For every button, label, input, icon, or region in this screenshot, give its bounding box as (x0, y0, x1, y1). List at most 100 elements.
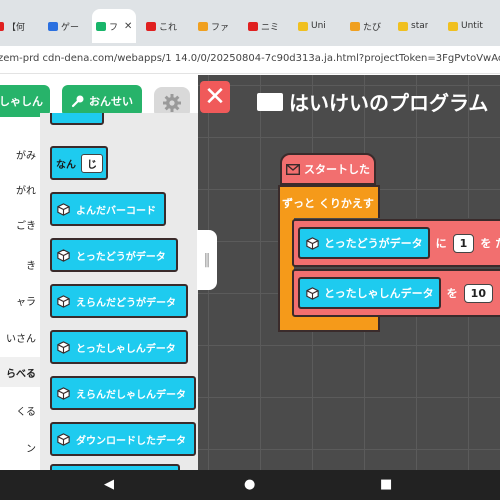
tab-title: フ (109, 22, 119, 33)
category-label: ごき (16, 220, 36, 232)
palette-block-photo-taken[interactable]: とったしゃしんデータ (50, 330, 188, 364)
database-icon (306, 236, 319, 250)
palette-block-partial[interactable] (50, 113, 104, 125)
site-favicon-icon (448, 21, 458, 31)
tab-title: Uni (311, 21, 326, 31)
tab-title: ニミ (261, 22, 280, 33)
envelope-icon (286, 163, 300, 175)
tab-title: たび (363, 22, 382, 33)
button-label: おんせい (89, 95, 133, 108)
category-item[interactable]: くる (0, 395, 40, 425)
button-label: しゃしん (0, 95, 43, 108)
browser-tab[interactable]: ゲー (48, 13, 79, 39)
browser-tab[interactable]: star (398, 13, 428, 39)
site-favicon-icon (398, 21, 408, 31)
palette-block-photo-chosen[interactable]: えらんだしゃしんデータ (50, 376, 196, 410)
program-type-icon (257, 92, 283, 111)
category-item[interactable]: ャラ (0, 285, 40, 315)
set-data-block[interactable]: とったしゃしんデータ を 10 に (292, 269, 500, 317)
database-icon (57, 432, 70, 446)
tab-title: 【何 (7, 22, 26, 33)
address-bar[interactable]: zem-prd cdn-dena.com/webapps/1 14.0/0/20… (0, 46, 500, 74)
drag-handle-icon: ‖ (203, 252, 211, 268)
home-button[interactable]: ● (244, 477, 255, 492)
category-label: いさん (6, 333, 36, 345)
number-input[interactable]: 10 (463, 283, 493, 303)
palette-block-nan[interactable]: なん じ (50, 146, 108, 180)
browser-tab[interactable]: Uni (298, 13, 326, 39)
site-favicon-icon (298, 21, 308, 31)
block-label: とったしゃしんデータ (324, 287, 434, 300)
close-workspace-button[interactable]: ✕ (200, 81, 230, 113)
youtube-favicon-icon (248, 21, 258, 31)
back-button[interactable]: ◀ (104, 477, 114, 492)
category-label: き (26, 260, 36, 272)
palette-block-video-taken[interactable]: とったどうがデータ (50, 238, 178, 272)
database-icon (57, 294, 70, 308)
close-tab-icon[interactable]: ✕ (124, 21, 132, 32)
block-label: ダウンロードしたデータ (76, 435, 186, 447)
browser-tab[interactable]: ニミ (248, 13, 279, 39)
browser-tab[interactable]: Untit (448, 13, 483, 39)
browser-tab-strip: 【何 ゲー フ ✕ これ ファ ニミ Uni たび star Untit (0, 0, 500, 46)
database-icon (57, 340, 70, 354)
category-item-active[interactable]: らべる (0, 357, 40, 387)
category-item[interactable]: がれ (0, 174, 40, 204)
database-icon (57, 248, 70, 262)
program-title-text: はいけいのプログラム (289, 91, 489, 115)
loop-label: ずっと くりかえす (282, 197, 374, 210)
app-favicon-icon (96, 21, 106, 31)
tab-title: star (411, 21, 429, 31)
recent-apps-button[interactable]: ■ (380, 477, 392, 492)
category-label: がれ (16, 185, 36, 197)
browser-tab-active[interactable]: フ ✕ (92, 9, 137, 43)
browser-tab[interactable]: たび (350, 13, 381, 39)
block-connector-text: に (435, 237, 447, 250)
gear-icon (163, 94, 181, 112)
program-title: はいけいのプログラム (257, 87, 488, 116)
youtube-favicon-icon (146, 21, 156, 31)
category-label: らべる (6, 368, 36, 380)
tab-title: これ (159, 22, 178, 33)
block-label: なん (56, 159, 76, 171)
category-item[interactable]: ごき (0, 209, 40, 239)
photo-data-block[interactable]: とったしゃしんデータ (298, 277, 441, 309)
close-icon: ✕ (204, 82, 226, 112)
category-item[interactable]: いさん (0, 322, 40, 352)
site-favicon-icon (198, 21, 208, 31)
block-connector-text: を た (480, 237, 500, 250)
block-palette: なん じ よんだバーコード とったどうがデータ えらんだどうがデータ とったしゃ… (40, 113, 198, 470)
palette-block-barcode[interactable]: よんだバーコード (50, 192, 166, 226)
category-item[interactable]: ン (0, 432, 40, 462)
browser-tab[interactable]: これ (146, 13, 177, 39)
program-workspace[interactable]: ✕ はいけいのプログラム スタートした ずっと くりかえす とったどうがデータ … (198, 75, 500, 470)
database-icon (57, 202, 70, 216)
block-label: えらんだしゃしんデータ (76, 389, 186, 401)
block-label: とったしゃしんデータ (76, 343, 176, 355)
tab-title: ゲー (61, 22, 80, 33)
site-favicon-icon (350, 21, 360, 31)
system-nav-bar: ◀ ● ■ (0, 470, 500, 500)
number-input[interactable]: 1 (452, 233, 475, 253)
palette-block-downloaded[interactable]: ダウンロードしたデータ (50, 422, 196, 456)
block-slot[interactable]: じ (81, 153, 103, 173)
start-event-block[interactable]: スタートした (280, 153, 376, 185)
database-icon (306, 286, 319, 300)
url-text: zem-prd cdn-dena.com/webapps/1 14.0/0/20… (0, 53, 500, 64)
app-area: しゃしん おんせい がみ がれ ごき き ャラ いさん らべる くる ン なん … (0, 75, 500, 470)
block-label: スタートした (304, 163, 370, 176)
tab-title: ファ (211, 22, 230, 33)
set-data-block[interactable]: とったどうがデータ に 1 を た (292, 219, 500, 267)
block-label: とったどうがデータ (76, 251, 166, 263)
block-connector-text: を (446, 287, 458, 300)
video-data-block[interactable]: とったどうがデータ (298, 227, 430, 259)
category-list: がみ がれ ごき き ャラ いさん らべる くる ン (0, 127, 40, 470)
browser-tab[interactable]: 【何 (0, 13, 25, 39)
category-item[interactable]: き (0, 249, 40, 279)
palette-resize-handle[interactable]: ‖ (197, 230, 217, 290)
youtube-favicon-icon (0, 21, 4, 31)
browser-tab[interactable]: ファ (198, 13, 229, 39)
category-label: くる (16, 406, 36, 418)
category-item[interactable]: がみ (0, 139, 40, 169)
palette-block-video-chosen[interactable]: えらんだどうがデータ (50, 284, 188, 318)
